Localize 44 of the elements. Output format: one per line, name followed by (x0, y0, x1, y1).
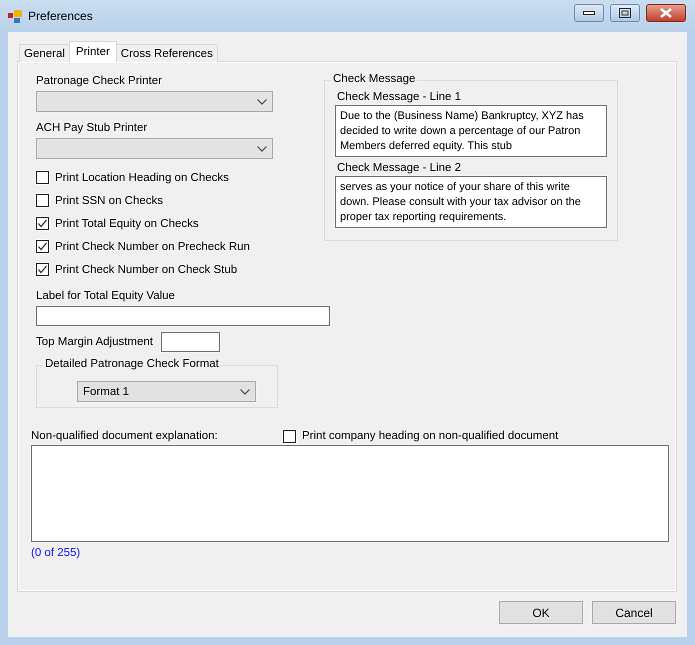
tab[interactable]: Printer (68, 41, 117, 62)
checkbox-label: Print Check Number on Precheck Run (55, 240, 250, 252)
field-label: Patronage Check Printer (36, 75, 163, 87)
field-label: ACH Pay Stub Printer (36, 122, 148, 134)
field-label: Check Message - Line 1 (337, 91, 462, 103)
group-title: Check Message (331, 73, 418, 85)
checkbox[interactable] (36, 171, 49, 184)
dialog-button[interactable]: OK (499, 601, 583, 624)
message-field[interactable]: Due to the (Business Name) Bankruptcy, XYZ has decided to write down a percentage of our Patron Members deferred equity. This stub (335, 105, 607, 157)
input-field[interactable] (160, 332, 220, 352)
caret-icon (257, 98, 267, 104)
checkbox-label: Print Total Equity on Checks (55, 218, 199, 230)
minimize-icon (583, 11, 595, 15)
input-field[interactable] (36, 306, 330, 326)
field-label: Check Message - Line 2 (337, 162, 462, 174)
field-label: Top Margin Adjustment (36, 336, 153, 348)
app-icon (8, 10, 22, 22)
checkbox-label: Print Location Heading on Checks (55, 172, 229, 184)
close-icon (660, 8, 672, 18)
message-field[interactable]: serves as your notice of your share of this write down. Please consult with your tax advisor on the proper tax reporting requirements. (335, 176, 607, 228)
tab[interactable]: General (19, 44, 70, 62)
field-label: Label for Total Equity Value (36, 290, 176, 302)
checkbox[interactable] (36, 240, 49, 253)
checkbox[interactable] (283, 430, 296, 442)
checkbox[interactable] (36, 194, 49, 207)
character-counter: (0 of 255) (31, 547, 82, 559)
minimize-button[interactable] (574, 4, 604, 22)
checkbox-label: Print company heading on non-qualified document (302, 430, 558, 442)
checkbox-label: Print Check Number on Check Stub (55, 264, 238, 276)
checkbox[interactable] (36, 217, 49, 230)
dialog-button[interactable]: Cancel (592, 601, 676, 624)
checkbox-label: Print SSN on Checks (55, 194, 164, 206)
maximize-icon (619, 8, 631, 18)
window-title: Preferences (28, 9, 93, 23)
caret-icon (257, 146, 267, 152)
group-title: Detailed Patronage Check Format (43, 358, 221, 370)
checkbox[interactable] (36, 263, 49, 276)
maximize-button[interactable] (610, 4, 640, 22)
tab[interactable]: Cross References (116, 44, 218, 62)
field-label: Non-qualified document explanation: (31, 430, 219, 442)
format-dropdown[interactable]: Format 1 (77, 381, 256, 402)
text-area[interactable] (31, 445, 669, 542)
caret-icon (240, 388, 250, 394)
close-button[interactable] (646, 4, 686, 22)
